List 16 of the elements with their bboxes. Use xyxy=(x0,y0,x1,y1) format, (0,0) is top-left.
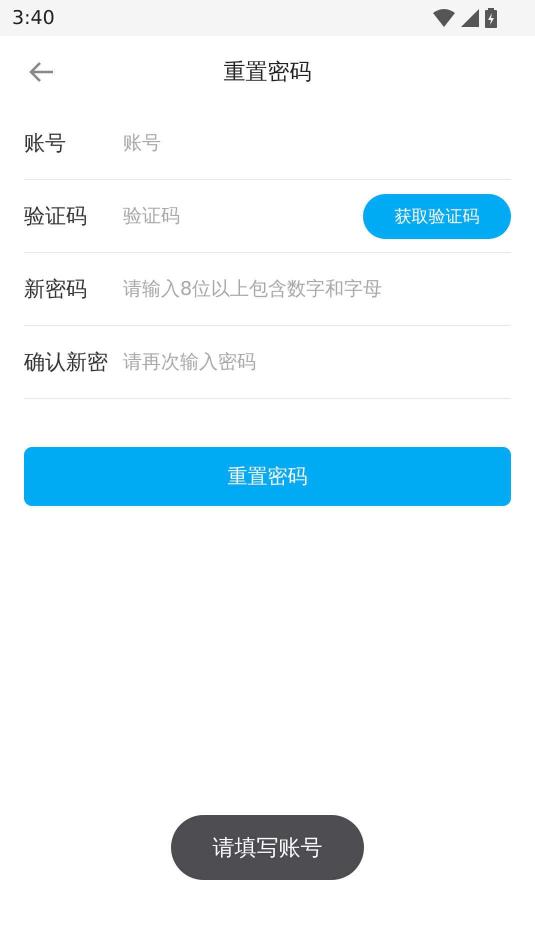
field-label: 验证码 xyxy=(24,203,88,230)
input-field[interactable]: 请再次输入密码 xyxy=(123,351,511,373)
input-field[interactable]: 账号 xyxy=(123,132,511,154)
toast-message: 请填写账号 xyxy=(171,815,364,880)
field-label: 确认新密 xyxy=(24,349,109,376)
input-field[interactable]: 请输入8位以上包含数字和字母 xyxy=(123,278,511,300)
status-time: 3:40 xyxy=(12,7,55,29)
get-code-button[interactable]: 获取验证码 xyxy=(363,194,511,238)
signal-icon xyxy=(461,9,479,27)
field-label: 新密码 xyxy=(24,276,88,303)
input-field[interactable]: 验证码 xyxy=(123,205,363,227)
wifi-icon xyxy=(433,9,455,27)
battery-icon xyxy=(485,8,497,28)
page-title: 重置密码 xyxy=(224,58,312,86)
field-label: 账号 xyxy=(24,130,67,157)
reset-password-button[interactable]: 重置密码 xyxy=(24,447,511,506)
